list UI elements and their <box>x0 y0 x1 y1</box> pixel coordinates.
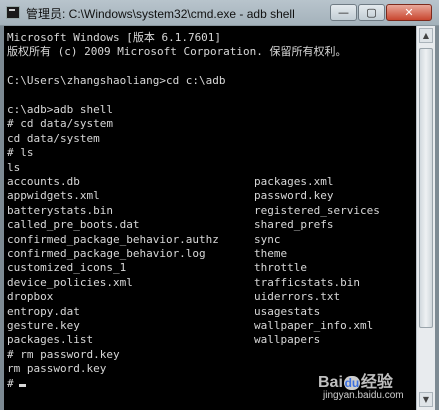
file-entry: registered_services <box>254 203 380 217</box>
file-entry: called_pre_boots.dat <box>7 218 140 232</box>
file-entry: device_policies.xml <box>7 275 133 289</box>
file-entry: uiderrors.txt <box>254 290 341 304</box>
file-entry: appwidgets.xml <box>7 189 100 203</box>
console-line: # <box>7 377 26 391</box>
file-entry: packages.xml <box>254 175 334 188</box>
watermark-brand-left: Bai <box>318 374 343 391</box>
console-line: Microsoft Windows [版本 6.1.7601] <box>7 31 222 44</box>
window-frame-right <box>435 26 439 410</box>
file-entry: sync <box>254 232 281 246</box>
console-line: cd data/system <box>7 131 100 145</box>
scroll-down-arrow-icon[interactable]: ▼ <box>419 392 433 407</box>
window-title: 管理员: C:\Windows\system32\cmd.exe - adb s… <box>26 7 295 21</box>
vertical-scrollbar[interactable]: ▲ ▼ <box>416 26 435 410</box>
file-entry: wallpapers <box>254 333 321 347</box>
maximize-button[interactable]: ▢ <box>358 4 385 21</box>
console-line: C:\Users\zhangshaoliang>cd c:\adb <box>7 74 226 88</box>
console-line: # rm password.key <box>7 347 120 361</box>
console-line: # ls <box>7 146 34 160</box>
title-bar[interactable]: 管理员: C:\Windows\system32\cmd.exe - adb s… <box>0 0 439 26</box>
watermark-url: jingyan.baidu.com <box>323 390 404 401</box>
file-entry: customized_icons_1 <box>7 261 127 275</box>
console-output[interactable]: Microsoft Windows [版本 6.1.7601] 版权所有 (c) … <box>4 26 416 410</box>
cmd-window: 管理员: C:\Windows\system32\cmd.exe - adb s… <box>0 0 439 410</box>
file-entry: dropbox <box>7 290 54 304</box>
scrollbar-thumb[interactable] <box>419 48 433 328</box>
baidu-paw-icon: du <box>343 376 360 390</box>
console-line: c:\adb>adb shell <box>7 103 113 116</box>
console-line: ls <box>7 160 21 174</box>
console-line: rm password.key <box>7 362 107 376</box>
file-entry: confirmed_package_behavior.authz <box>7 232 219 246</box>
console-line: # cd data/system <box>7 117 113 131</box>
file-entry: packages.list <box>7 333 94 347</box>
file-entry: throttle <box>254 261 307 275</box>
file-entry: wallpaper_info.xml <box>254 319 374 332</box>
file-entry: accounts.db <box>7 175 80 188</box>
text-cursor <box>18 383 26 387</box>
file-entry: password.key <box>254 189 334 203</box>
file-entry: shared_prefs <box>254 218 334 232</box>
console-line: 版权所有 (c) 2009 Microsoft Corporation. 保留所… <box>7 45 347 59</box>
file-entry: confirmed_package_behavior.log <box>7 247 206 260</box>
console-app-icon[interactable] <box>6 6 20 19</box>
baidu-watermark: Bai du 经验 <box>318 368 393 392</box>
minimize-button[interactable]: — <box>330 4 357 21</box>
file-entry: trafficstats.bin <box>254 275 360 289</box>
file-entry: theme <box>254 247 288 260</box>
watermark-brand-right: 经验 <box>360 374 393 391</box>
file-entry: batterystats.bin <box>7 203 113 217</box>
close-button[interactable]: ✕ <box>386 4 432 21</box>
file-entry: usagestats <box>254 304 321 318</box>
file-entry: gesture.key <box>7 319 80 332</box>
file-entry: entropy.dat <box>7 304 80 318</box>
scroll-up-arrow-icon[interactable]: ▲ <box>419 28 433 43</box>
